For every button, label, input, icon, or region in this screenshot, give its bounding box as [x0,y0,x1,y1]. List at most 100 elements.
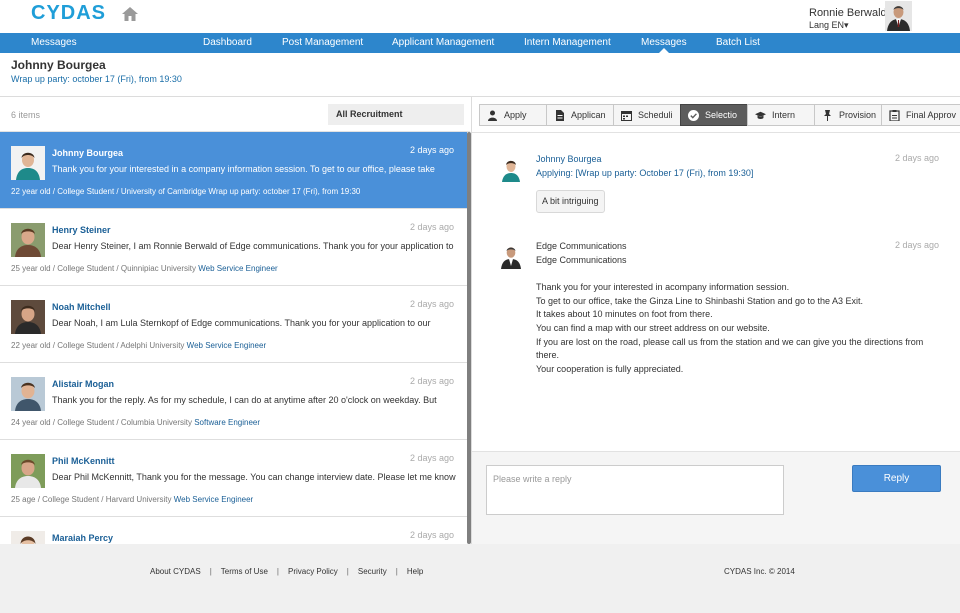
graduation-cap-icon [755,111,766,119]
avatar [11,300,45,334]
footer-link-security[interactable]: Security [358,567,387,576]
page-subtitle[interactable]: Wrap up party: october 17 (Fri), from 19… [11,74,182,84]
message-time: 2 days ago [409,145,454,155]
document-icon [556,110,564,121]
tab-selection[interactable]: Selectio [680,104,748,126]
message-line: Edge Communications [536,255,627,265]
applicant-meta: 25 age / College Student / Harvard Unive… [11,495,253,504]
thread-sender-name[interactable]: Johnny Bourgea [536,153,602,167]
page-header: Johnny Bourgea Wrap up party: october 17… [0,53,960,97]
avatar [11,146,45,180]
message-time: 2 days ago [409,530,454,540]
user-avatar[interactable] [885,1,912,31]
user-name[interactable]: Ronnie Berwald [809,7,887,19]
reply-input[interactable] [486,465,784,515]
check-circle-icon [688,110,699,121]
applying-info: Applying: [Wrap up party: October 17 (Fr… [536,168,754,178]
tab-label: Intern [772,110,796,120]
footer-links: About CYDAS | Terms of Use | Privacy Policy |… [150,567,423,576]
message-line: Thank you for your interested in acompan… [536,282,790,293]
sender-name: Phil McKennitt [52,456,115,466]
conversation-list-panel: 6 items All Recruitment Johnny Bourgea 2… [0,97,472,544]
tab-intern[interactable]: Intern [747,104,815,126]
message-time: 2 days ago [409,453,454,463]
message-preview: Thank you for your interested in a compa… [52,164,435,174]
logo[interactable]: CYDAS [31,2,106,25]
nav-section-label: Messages [31,37,77,48]
nav-intern-management[interactable]: Intern Management [524,33,611,53]
list-scrollbar[interactable] [467,132,471,544]
footer-link-privacy[interactable]: Privacy Policy [288,567,338,576]
applicant-meta-text: 25 year old / College Student / Quinnipi… [11,264,196,273]
applicant-meta: 25 year old / College Student / Quinnipi… [11,264,278,273]
message-time: 2 days ago [409,222,454,232]
message-time: 2 days ago [409,376,454,386]
separator: | [209,567,212,576]
avatar [11,531,45,544]
reply-bubble: A bit intriguing [536,190,605,213]
top-header: CYDAS Ronnie Berwald Lang EN▾ [0,0,960,33]
tab-label: Final Approv [906,110,957,120]
nav-messages[interactable]: Messages [641,33,687,53]
language-selector[interactable]: Lang EN▾ [809,20,849,31]
applicant-meta-text: 22 year old / College Student / Adelphi … [11,341,185,350]
list-item[interactable]: Alistair Mogan 2 days ago Thank you for … [0,363,467,440]
sender-name: Alistair Mogan [52,379,115,389]
footer-link-about[interactable]: About CYDAS [150,567,201,576]
job-title[interactable]: Software Engineer [194,418,260,427]
applicant-meta-text: 24 year old / College Student / Columbia… [11,418,192,427]
list-item[interactable]: Johnny Bourgea 2 days ago Thank you for … [0,132,467,209]
home-icon[interactable] [122,7,138,21]
tab-label: Scheduli [638,110,673,120]
nav-dashboard[interactable]: Dashboard [203,33,252,53]
tab-provision[interactable]: Provision [814,104,882,126]
separator: | [276,567,279,576]
calendar-icon [621,111,632,121]
main-nav: Messages Dashboard Post Management Appli… [0,33,960,53]
avatar [499,243,523,269]
job-title[interactable]: Web Service Engineer [187,341,266,350]
tab-applicant[interactable]: Applican [546,104,614,126]
job-title[interactable]: Web Service Engineer [174,495,253,504]
footer-link-help[interactable]: Help [407,567,423,576]
tab-scheduling[interactable]: Scheduli [613,104,681,126]
page-title: Johnny Bourgea [11,58,106,72]
nav-batch-list[interactable]: Batch List [716,33,760,53]
list-toolbar: 6 items All Recruitment [0,97,470,132]
reply-button[interactable]: Reply [852,465,941,492]
applicant-meta: 22 year old / College Student / Adelphi … [11,341,266,350]
message-line: there. [536,350,560,361]
copyright: CYDAS Inc. © 2014 [724,567,795,576]
sender-name: Johnny Bourgea [52,148,124,158]
nav-applicant-management[interactable]: Applicant Management [392,33,494,53]
recruitment-filter-select[interactable]: All Recruitment [328,104,464,125]
message-line: It takes about 10 minutes on foot from t… [536,309,713,320]
tab-label: Provision [839,110,877,120]
message-preview: Dear Noah, I am Lula Sternkopf of Edge c… [52,318,431,328]
sender-name: Henry Steiner [52,225,111,235]
footer: About CYDAS | Terms of Use | Privacy Policy |… [0,544,960,613]
avatar [499,156,523,182]
items-count: 6 items [11,110,41,120]
separator: | [395,567,398,576]
tab-apply[interactable]: Apply [479,104,547,126]
job-title[interactable]: Web Service Engineer [198,264,277,273]
list-item[interactable]: Phil McKennitt 2 days ago Dear Phil McKe… [0,440,467,517]
message-line: You can find a map with our street addre… [536,322,770,333]
list-item[interactable]: Noah Mitchell 2 days ago Dear Noah, I am… [0,286,467,363]
tab-label: Applican [571,110,606,120]
thread-message-time: 2 days ago [894,240,939,250]
footer-link-terms[interactable]: Terms of Use [221,567,268,576]
applicant-meta: 24 year old / College Student / Columbia… [11,418,260,427]
person-icon [488,110,497,121]
avatar [11,454,45,488]
status-tabs: Apply Applican Scheduli Selectio Intern … [479,104,960,126]
nav-post-management[interactable]: Post Management [282,33,363,53]
tab-final-approval[interactable]: Final Approv [881,104,960,126]
message-preview: Dear Henry Steiner, I am Ronnie Berwald … [52,241,454,251]
tab-label: Apply [504,110,527,120]
thread-sender-name: Edge Communications [536,241,627,251]
message-line: If you are lost on the road, please call… [536,336,924,347]
list-item[interactable]: Maraiah Percy 2 days ago [0,517,467,544]
list-item[interactable]: Henry Steiner 2 days ago Dear Henry Stei… [0,209,467,286]
